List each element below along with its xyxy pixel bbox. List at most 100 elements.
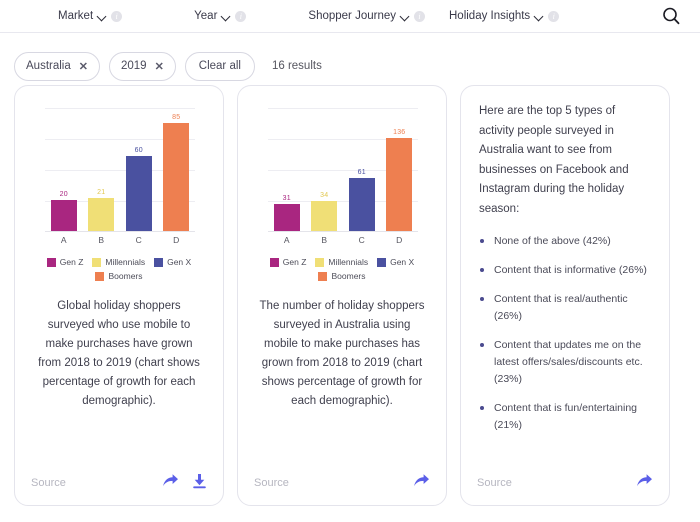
legend-swatch — [154, 257, 164, 267]
source-link[interactable]: Source — [477, 477, 636, 489]
chart-axis — [268, 231, 418, 232]
card-caption: The number of holiday shoppers surveyed … — [259, 300, 425, 407]
legend-item-gen-x: Gen X — [377, 257, 414, 267]
legend-item-boomers: Boomers — [95, 271, 143, 281]
bar[interactable] — [348, 178, 375, 231]
chevron-down-icon — [98, 12, 107, 21]
bar-column: 136 — [381, 108, 419, 231]
list-item: None of the above (42%) — [477, 233, 653, 250]
bar-column: 34 — [306, 108, 344, 231]
bar-column: 60 — [120, 108, 158, 231]
legend-label: Gen Z — [59, 257, 84, 267]
bar[interactable] — [163, 122, 190, 231]
x-tick-label: D — [396, 235, 403, 245]
bar[interactable] — [88, 198, 115, 231]
share-icon[interactable] — [162, 473, 179, 493]
chart-legend: Gen Z Millennials Gen X Boomers — [35, 257, 203, 281]
search-button[interactable] — [660, 5, 682, 27]
card-footer: Source — [238, 461, 446, 505]
card-intro-text: Here are the top 5 types of activity peo… — [479, 105, 629, 215]
bar[interactable] — [273, 203, 300, 231]
legend-item-gen-z: Gen Z — [269, 257, 306, 267]
legend-swatch — [269, 257, 279, 267]
close-icon[interactable]: ✕ — [79, 60, 88, 73]
x-tick-label: C — [135, 235, 142, 245]
source-link[interactable]: Source — [254, 477, 413, 489]
card-body: 31 34 61 136 A B C D Gen Z Millennials G… — [238, 86, 446, 461]
chevron-down-icon — [535, 12, 544, 21]
x-tick-label: A — [60, 235, 67, 245]
bar-column: 31 — [268, 108, 306, 231]
chart-x-labels: A B C D — [45, 235, 195, 245]
nav-items: Market i Year i Shopper Journey i Holida… — [18, 10, 660, 22]
info-icon[interactable]: i — [414, 10, 425, 22]
legend-swatch — [377, 257, 387, 267]
bar-value-label: 61 — [357, 169, 366, 177]
chart-2: 31 34 61 136 A B C D Gen Z Millennials G… — [254, 98, 430, 281]
nav-item-market[interactable]: Market i — [58, 10, 123, 22]
legend-item-millennials: Millennials — [315, 257, 368, 267]
chart-1: 20 21 60 85 A B C D Gen Z Millennials Ge… — [31, 98, 207, 281]
bar-column: 20 — [45, 108, 83, 231]
download-icon[interactable] — [192, 473, 207, 494]
legend-item-millennials: Millennials — [92, 257, 145, 267]
bar-value-label: 20 — [59, 191, 68, 199]
share-icon[interactable] — [413, 473, 430, 493]
legend-swatch — [315, 257, 325, 267]
footer-icons — [162, 473, 207, 494]
search-icon — [663, 7, 680, 25]
bar-value-label: 136 — [393, 128, 406, 136]
bar[interactable] — [50, 200, 77, 231]
filter-chip-2019[interactable]: 2019 ✕ — [108, 51, 176, 81]
results-count: 16 results — [271, 60, 322, 72]
filter-chip-australia[interactable]: Australia ✕ — [14, 51, 100, 81]
source-link[interactable]: Source — [31, 477, 162, 489]
bar-value-label: 85 — [172, 113, 181, 121]
filter-bar: Australia ✕ 2019 ✕ Clear all 16 results — [0, 33, 700, 85]
chart-axis — [45, 231, 195, 232]
legend-swatch — [92, 257, 102, 267]
legend-item-gen-z: Gen Z — [46, 257, 84, 267]
bar[interactable] — [311, 201, 338, 231]
card-top-activities[interactable]: Here are the top 5 types of activity peo… — [460, 85, 670, 506]
nav-item-year[interactable]: Year i — [194, 10, 247, 22]
chevron-down-icon — [401, 12, 410, 21]
top-navigation-bar: Market i Year i Shopper Journey i Holida… — [0, 0, 700, 33]
nav-item-label: Shopper Journey — [308, 10, 396, 22]
x-tick-label: A — [283, 235, 290, 245]
bar-value-label: 21 — [97, 189, 106, 197]
card-australia-mobile-growth[interactable]: 31 34 61 136 A B C D Gen Z Millennials G… — [237, 85, 447, 506]
x-tick-label: D — [173, 235, 180, 245]
list-item: Content that is real/authentic (26%) — [477, 291, 653, 325]
card-global-mobile-growth[interactable]: 20 21 60 85 A B C D Gen Z Millennials Ge… — [14, 85, 224, 506]
bar[interactable] — [125, 155, 152, 231]
filter-chip-label: 2019 — [120, 60, 147, 72]
footer-icons — [413, 473, 430, 493]
share-icon[interactable] — [636, 473, 653, 493]
card-caption: Global holiday shoppers surveyed who use… — [38, 300, 200, 407]
bar-value-label: 60 — [134, 146, 143, 154]
legend-label: Millennials — [105, 257, 146, 267]
card-body: 20 21 60 85 A B C D Gen Z Millennials Ge… — [15, 86, 223, 461]
info-icon[interactable]: i — [235, 10, 247, 22]
bar-value-label: 34 — [320, 192, 329, 200]
bar-value-label: 31 — [282, 194, 291, 202]
bar-column: 61 — [343, 108, 381, 231]
x-tick-label: C — [358, 235, 365, 245]
clear-all-button[interactable]: Clear all — [184, 51, 255, 81]
bar-column: 21 — [83, 108, 121, 231]
legend-swatch — [95, 271, 105, 281]
legend-swatch — [46, 257, 56, 267]
card-footer: Source — [15, 461, 223, 505]
footer-icons — [636, 473, 653, 493]
chart-x-labels: A B C D — [268, 235, 418, 245]
nav-item-holiday-insights[interactable]: Holiday Insights i — [449, 10, 560, 22]
card-body: Here are the top 5 types of activity peo… — [461, 86, 669, 461]
chart-plot-area: 20 21 60 85 — [45, 108, 195, 232]
info-icon[interactable]: i — [111, 10, 123, 22]
bar[interactable] — [386, 137, 413, 231]
nav-item-label: Year — [194, 10, 218, 22]
info-icon[interactable]: i — [548, 10, 560, 22]
close-icon[interactable]: ✕ — [155, 60, 164, 73]
nav-item-shopper-journey[interactable]: Shopper Journey i — [308, 10, 425, 22]
